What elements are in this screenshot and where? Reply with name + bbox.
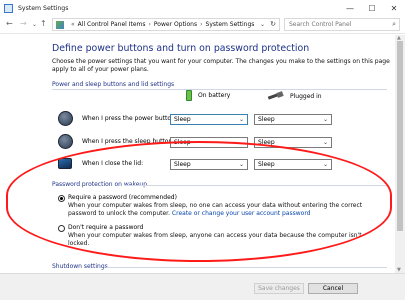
forward-arrow-icon[interactable]: →: [20, 19, 27, 28]
breadcrumb-item[interactable]: Power Options: [154, 21, 197, 28]
chevron-down-icon[interactable]: ⌄: [260, 21, 265, 28]
up-arrow-icon[interactable]: ↑: [40, 19, 47, 28]
title-bar: System Settings — ☐ ✕: [0, 0, 405, 16]
plugged-in-header: Plugged in: [268, 92, 322, 100]
sleep-button-icon: [58, 134, 73, 149]
power-buttons-heading: Power and sleep buttons and lid settings: [52, 81, 175, 88]
maximize-button[interactable]: ☐: [361, 0, 383, 16]
battery-icon: [186, 90, 192, 101]
close-button[interactable]: ✕: [383, 0, 405, 16]
chevron-down-icon: ⌄: [238, 116, 244, 123]
scrollbar-thumb[interactable]: [397, 41, 403, 231]
vertical-scrollbar[interactable]: ▲ ▼: [395, 35, 405, 273]
page-description: Choose the power settings that you want …: [52, 58, 390, 73]
cancel-button[interactable]: Cancel: [308, 283, 358, 294]
plug-icon: [268, 92, 284, 100]
annotation-circle: [6, 141, 392, 262]
on-battery-header: On battery: [186, 90, 230, 101]
shutdown-settings-heading: Shutdown settings: [52, 263, 108, 270]
window-title: System Settings: [18, 4, 69, 12]
footer-bar: Save changes Cancel: [0, 273, 405, 300]
breadcrumb-item[interactable]: All Control Panel Items: [78, 21, 146, 28]
control-panel-breadcrumb-icon: [56, 20, 64, 29]
power-button-battery-select[interactable]: Sleep ⌄: [170, 114, 248, 125]
address-bar: ← → ⌄ ↑ « All Control Panel Items › Powe…: [0, 16, 405, 34]
breadcrumb[interactable]: « All Control Panel Items › Power Option…: [52, 18, 280, 31]
power-button-plugged-select[interactable]: Sleep ⌄: [254, 114, 332, 125]
chevron-down-icon: ⌄: [322, 139, 328, 146]
control-panel-icon: [4, 3, 13, 13]
chevron-down-icon: ⌄: [322, 116, 328, 123]
search-input[interactable]: [289, 21, 385, 28]
back-arrow-icon[interactable]: ←: [6, 19, 13, 28]
refresh-icon[interactable]: ↻: [270, 20, 276, 28]
power-button-icon: [58, 111, 73, 126]
window-controls: — ☐ ✕: [339, 0, 405, 16]
divider: [106, 267, 387, 268]
search-icon[interactable]: ⌕: [392, 20, 396, 29]
search-box[interactable]: ⌕: [284, 18, 400, 31]
recent-dropdown-icon[interactable]: ⌄: [32, 21, 37, 28]
page-title: Define power buttons and turn on passwor…: [52, 43, 310, 54]
breadcrumb-item[interactable]: System Settings: [206, 21, 255, 28]
save-changes-button[interactable]: Save changes: [254, 283, 304, 294]
minimize-button[interactable]: —: [339, 0, 361, 16]
power-button-label: When I press the power button:: [82, 115, 177, 122]
